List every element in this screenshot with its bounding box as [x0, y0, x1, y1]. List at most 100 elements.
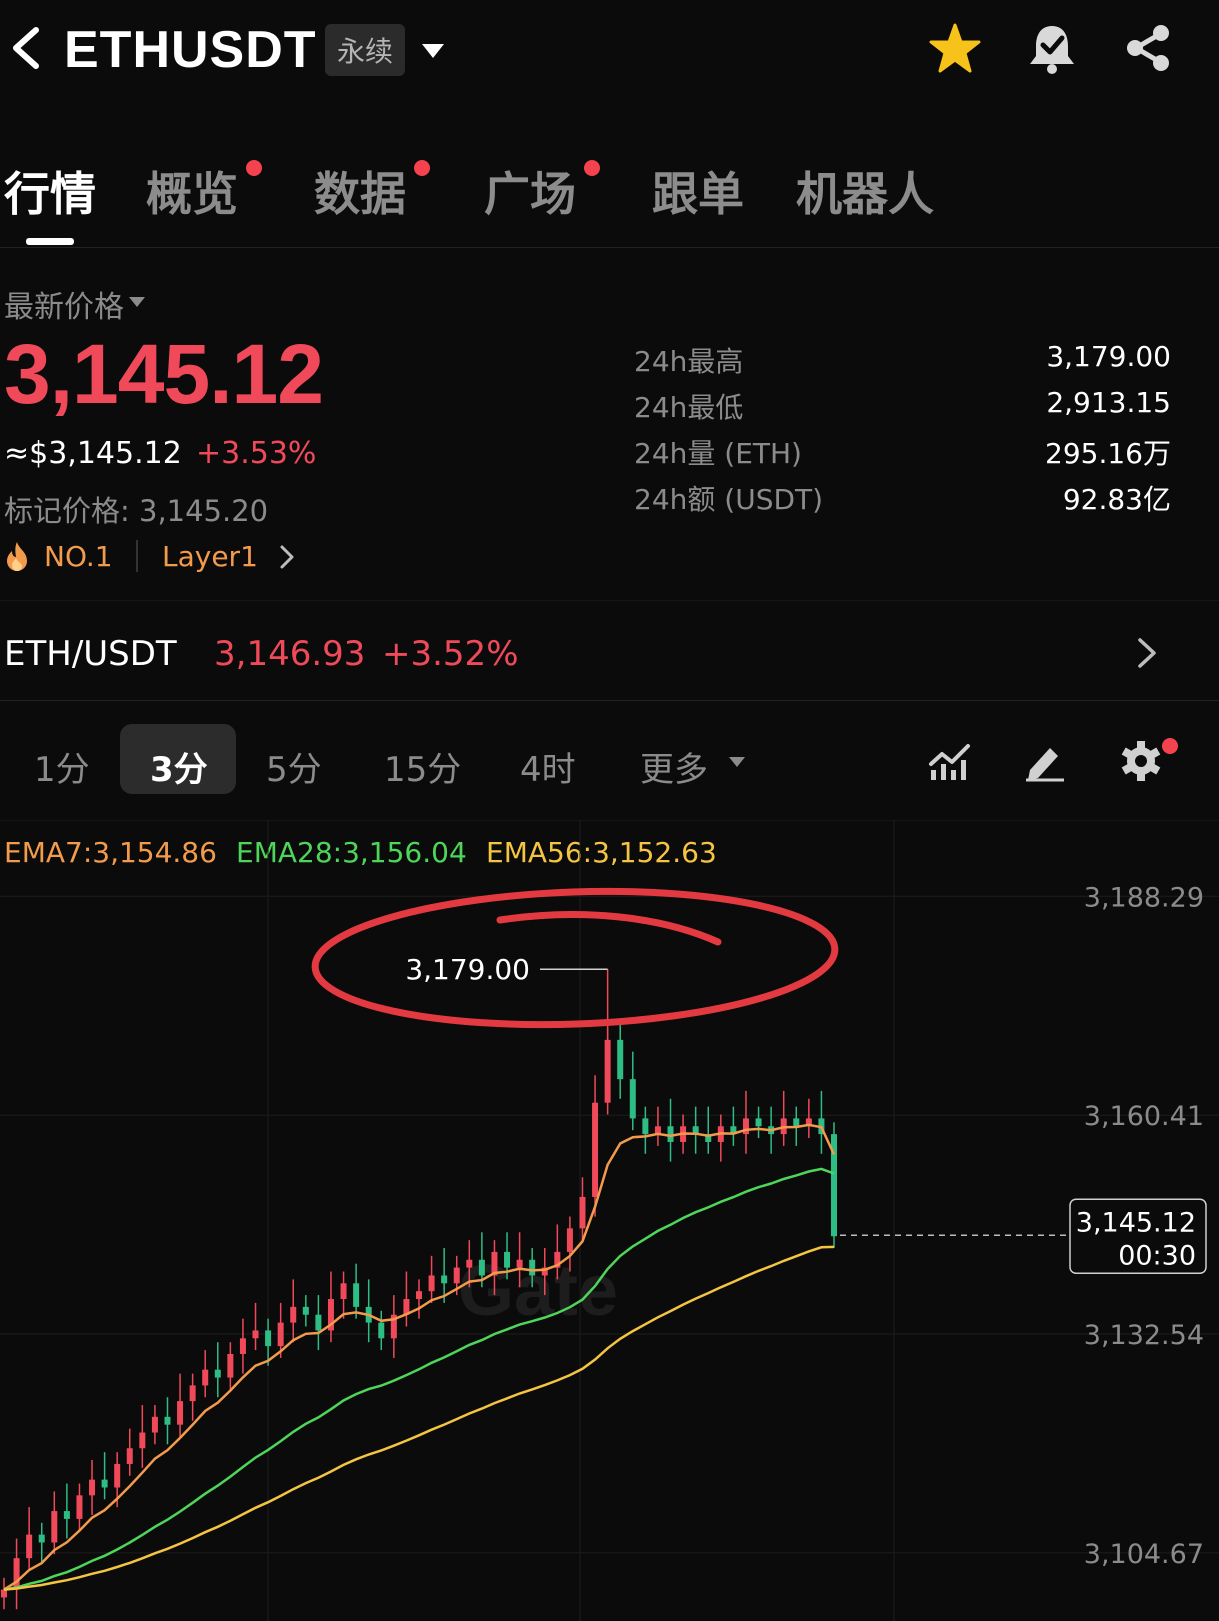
stat-low-label: 24h最低 — [634, 391, 744, 424]
caret-down-icon[interactable] — [728, 756, 746, 768]
candle-body — [89, 1479, 96, 1496]
candle-body — [151, 1416, 158, 1433]
candle-body — [353, 1283, 360, 1307]
gear-icon[interactable] — [1120, 738, 1162, 784]
candle-body — [516, 1259, 523, 1268]
spot-bottom-divider — [0, 700, 1219, 701]
candle-body — [227, 1354, 234, 1378]
highlight-stroke — [496, 911, 722, 946]
interval-15m[interactable]: 15分 — [384, 742, 461, 791]
candle-body — [478, 1259, 485, 1276]
chevron-right-icon[interactable] — [1136, 636, 1158, 670]
spot-pair[interactable]: ETH/USDT — [4, 634, 177, 674]
stat-high-label: 24h最高 — [634, 345, 744, 378]
candle-body — [793, 1118, 800, 1127]
caret-down-icon[interactable] — [128, 296, 146, 308]
candle-body — [340, 1283, 347, 1300]
candle-body — [51, 1511, 58, 1543]
rank-tag[interactable]: NO.1 — [44, 540, 113, 573]
bell-check-icon[interactable] — [1024, 20, 1080, 76]
candle-body — [315, 1314, 322, 1331]
active-tab-indicator — [26, 238, 74, 245]
spot-price: 3,146.93 — [214, 634, 366, 674]
candle-body — [1, 1589, 7, 1598]
tab-data[interactable]: 数据 — [314, 158, 406, 224]
candle-body — [579, 1196, 586, 1229]
category-tag[interactable]: Layer1 — [162, 540, 258, 573]
candle-body — [416, 1291, 422, 1300]
candle-body — [101, 1479, 108, 1488]
candle-body — [164, 1416, 171, 1425]
candle-body — [453, 1267, 460, 1284]
y-tick-label: 3,104.67 — [1084, 1539, 1204, 1570]
candle-body — [428, 1275, 435, 1292]
candle-body — [504, 1251, 511, 1268]
candle-body — [617, 1039, 624, 1080]
candle-body — [290, 1306, 297, 1323]
tab-market[interactable]: 行情 — [4, 158, 96, 224]
candle-body — [667, 1126, 674, 1142]
candle-body — [742, 1118, 749, 1135]
candle-countdown: 00:30 — [1118, 1240, 1196, 1271]
candle-body — [202, 1369, 209, 1386]
price-chart[interactable]: 3,188.29 3,160.41 3,132.54 3,104.67 3,179.00… — [0, 820, 1219, 1621]
y-tick-label: 3,132.54 — [1084, 1320, 1204, 1351]
ema28-line — [3, 1167, 835, 1591]
stat-high-value: 3,179.00 — [1046, 340, 1171, 373]
interval-5m[interactable]: 5分 — [266, 742, 322, 791]
y-tick-label: 3,160.41 — [1084, 1101, 1204, 1132]
chevron-right-icon[interactable] — [278, 544, 296, 570]
latest-price-label[interactable]: 最新价格 — [4, 282, 124, 326]
tag-separator — [136, 540, 138, 572]
draw-tool-icon[interactable] — [1022, 740, 1066, 782]
stat-volume-label: 24h量 (ETH) — [634, 437, 802, 470]
spot-change: +3.52% — [382, 634, 519, 674]
candle-body — [252, 1330, 259, 1339]
spot-top-divider — [0, 600, 1219, 601]
high-price-label: 3,179.00 — [405, 953, 530, 986]
indicator-icon[interactable] — [928, 740, 972, 782]
share-icon[interactable] — [1122, 22, 1174, 74]
candle-body — [139, 1432, 146, 1449]
candle-body — [114, 1463, 121, 1488]
interval-1m[interactable]: 1分 — [34, 742, 90, 791]
interval-3m[interactable]: 3分 — [150, 742, 208, 791]
interval-4h[interactable]: 4时 — [520, 742, 576, 791]
candle-body — [126, 1448, 133, 1464]
candle-body — [629, 1079, 636, 1119]
candle-body — [265, 1330, 272, 1347]
candle-body — [441, 1275, 448, 1284]
symbol-title[interactable]: ETHUSDT — [64, 20, 317, 80]
candle-body — [529, 1259, 536, 1276]
candle-body — [38, 1534, 45, 1543]
back-icon[interactable] — [8, 26, 44, 70]
tab-copy-trading[interactable]: 跟单 — [652, 158, 744, 224]
candle-body — [604, 1039, 611, 1103]
candle-body — [214, 1369, 221, 1378]
candle-body — [642, 1118, 649, 1135]
tab-overview[interactable]: 概览 — [146, 158, 238, 224]
stat-volume-value: 295.16万 — [1045, 437, 1171, 470]
stat-turnover-value: 92.83亿 — [1062, 483, 1171, 516]
candle-body — [592, 1102, 599, 1197]
tab-bots[interactable]: 机器人 — [796, 158, 934, 224]
settings-badge — [1162, 738, 1178, 754]
candle-body — [189, 1385, 196, 1402]
fire-icon — [7, 542, 27, 571]
tab-square-badge — [584, 160, 600, 176]
star-icon[interactable] — [928, 22, 982, 76]
tab-square[interactable]: 广场 — [484, 158, 576, 224]
last-price: 3,145.12 — [4, 327, 324, 421]
candle-body — [13, 1558, 20, 1590]
interval-more[interactable]: 更多 — [640, 742, 708, 791]
dropdown-icon[interactable] — [420, 42, 446, 60]
ema7-line — [3, 1123, 836, 1591]
contract-type-badge: 永续 — [325, 24, 406, 76]
tab-data-badge — [414, 160, 430, 176]
candle-body — [466, 1259, 473, 1268]
candle-body — [302, 1306, 309, 1315]
candle-body — [63, 1511, 70, 1519]
candle-body — [76, 1495, 83, 1519]
tab-overview-badge — [246, 160, 262, 176]
candle-body — [277, 1322, 284, 1347]
